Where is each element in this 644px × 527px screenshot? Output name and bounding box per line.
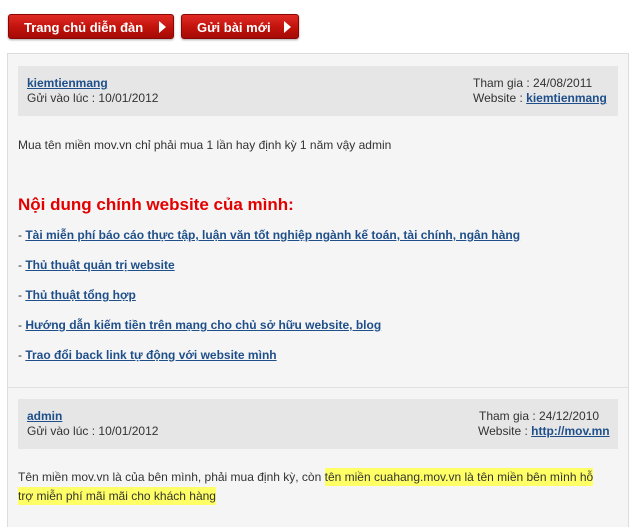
highlighted-text: tên miền cuahang.mov.vn là tên miền bên … — [324, 468, 594, 486]
signature-heading: Nội dung chính website của mình: — [18, 195, 294, 214]
signature-link-backlink[interactable]: Trao đổi back link tự động với website m… — [25, 348, 276, 362]
author-website: Website : http://mov.mn — [478, 424, 610, 438]
signature-link-make-money[interactable]: Hướng dẫn kiếm tiền trên mạng cho chủ sở… — [25, 318, 381, 332]
post-header: kiemtienmang Gửi vào lúc : 10/01/2012 Th… — [18, 66, 618, 116]
post-message: Mua tên miền mov.vn chỉ phải mua 1 lần h… — [18, 138, 392, 152]
signature-link-row: - Hướng dẫn kiếm tiền trên mạng cho chủ … — [18, 318, 381, 332]
post-message-text: Tên miền mov.vn là của bên mình, phải mu… — [18, 470, 325, 484]
post-date: Gửi vào lúc : 10/01/2012 — [27, 91, 159, 105]
signature-link-row: - Thủ thuật quản trị website — [18, 258, 175, 272]
author-website: Website : kiemtienmang — [473, 91, 607, 105]
author-website-label: Website : — [478, 424, 532, 438]
author-join-date: Tham gia : 24/12/2010 — [479, 409, 600, 423]
author-join-date: Tham gia : 24/08/2011 — [473, 76, 593, 90]
post-date: Gửi vào lúc : 10/01/2012 — [27, 424, 159, 438]
signature-link-general-tips[interactable]: Thủ thuật tổng hợp — [25, 288, 136, 302]
signature-link-row: - Trao đổi back link tự động với website… — [18, 348, 277, 362]
author-website-link[interactable]: kiemtienmang — [526, 91, 607, 105]
arrow-right-icon — [284, 21, 291, 33]
highlighted-text: trợ miễn phí mãi mãi cho khách hàng — [18, 487, 216, 505]
post-message: Tên miền mov.vn là của bên mình, phải mu… — [18, 468, 618, 506]
author-website-link[interactable]: http://mov.mn — [531, 424, 609, 438]
post-divider — [8, 387, 628, 388]
post-header: admin Gửi vào lúc : 10/01/2012 Tham gia … — [18, 399, 618, 449]
new-post-button[interactable]: Gửi bài mới — [181, 14, 299, 39]
post-author-link[interactable]: admin — [27, 409, 62, 423]
arrow-right-icon — [159, 21, 166, 33]
home-forum-button[interactable]: Trang chủ diễn đàn — [8, 14, 174, 39]
signature-link-admin-tips[interactable]: Thủ thuật quản trị website — [25, 258, 174, 272]
new-post-button-label: Gửi bài mới — [197, 20, 271, 35]
home-forum-button-label: Trang chủ diễn đàn — [24, 20, 144, 35]
signature-link-reports[interactable]: Tài miễn phí báo cáo thực tập, luận văn … — [25, 228, 520, 242]
signature-link-row: - Tài miễn phí báo cáo thực tập, luận vă… — [18, 228, 520, 242]
author-website-label: Website : — [473, 91, 527, 105]
signature-link-row: - Thủ thuật tổng hợp — [18, 288, 136, 302]
thread-container: kiemtienmang Gửi vào lúc : 10/01/2012 Th… — [7, 53, 629, 527]
post-author-link[interactable]: kiemtienmang — [27, 76, 108, 90]
